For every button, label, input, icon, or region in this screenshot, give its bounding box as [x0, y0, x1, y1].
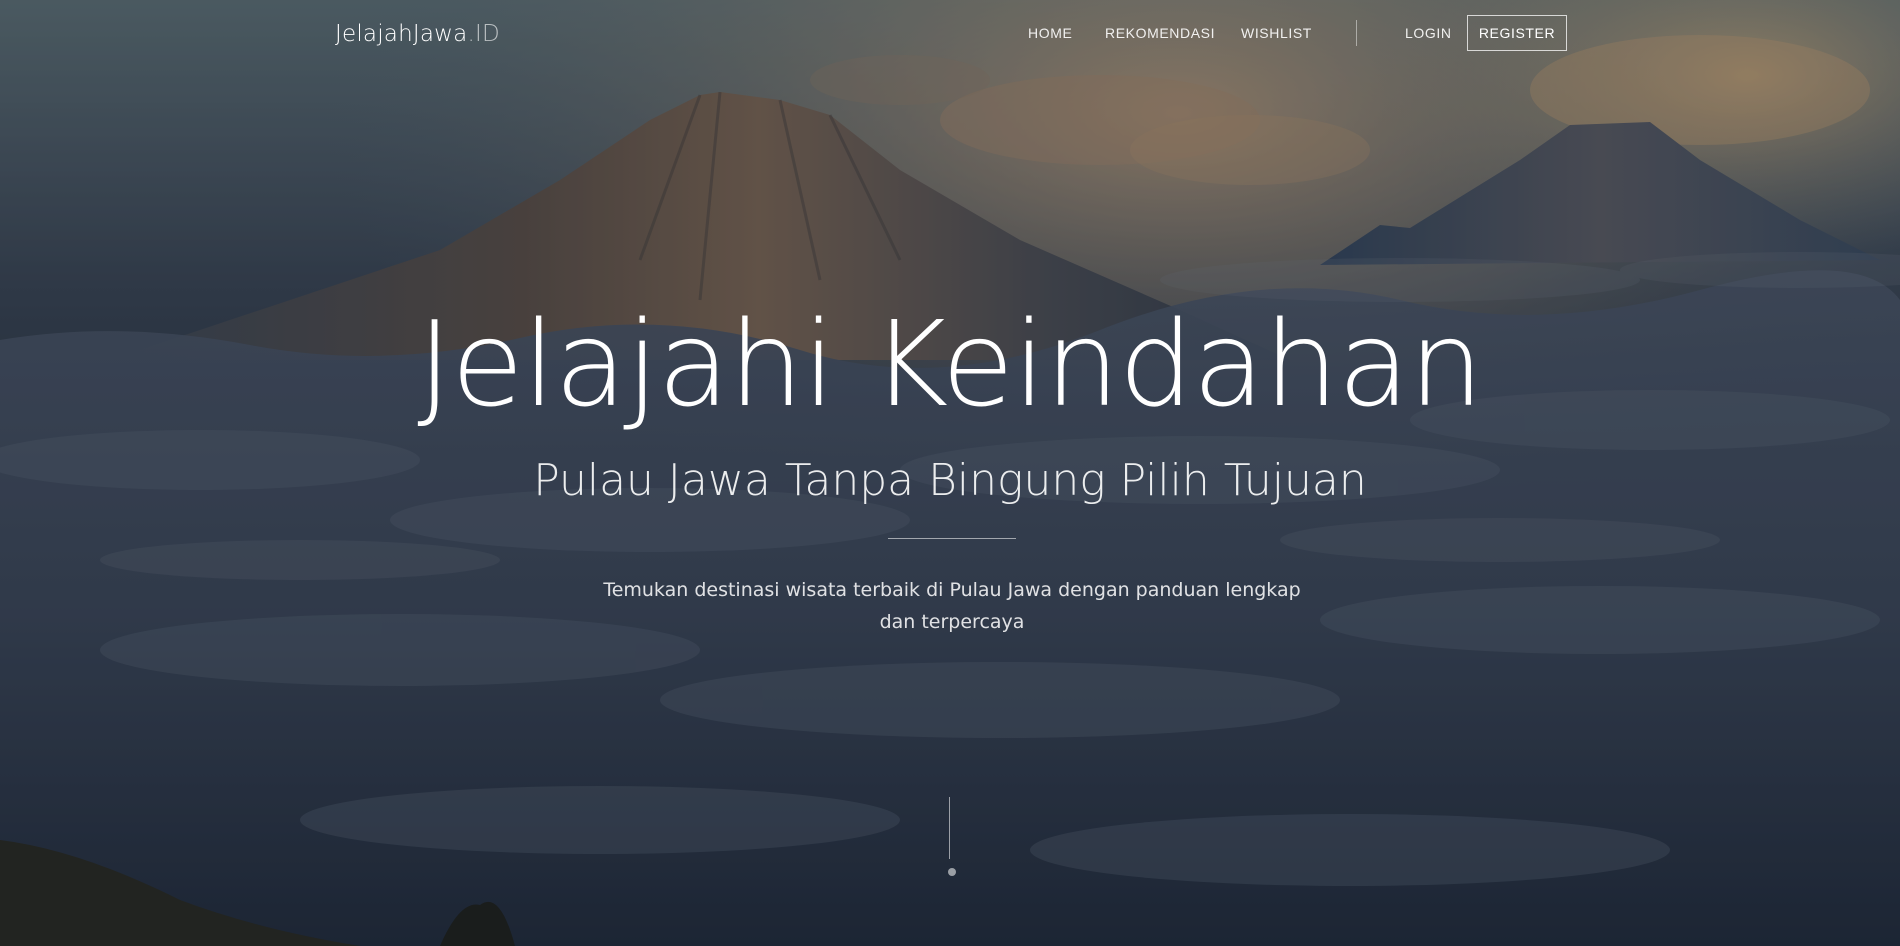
scroll-down-icon[interactable] [948, 868, 956, 876]
brand-suffix: .ID [467, 21, 500, 47]
nav-home[interactable]: HOME [1028, 25, 1072, 41]
hero-title: Jelajahi Keindahan [417, 295, 1483, 433]
hero-description: Temukan destinasi wisata terbaik di Pula… [603, 579, 1301, 633]
brand-logo[interactable]: JelajahJawa.ID [335, 21, 500, 47]
scroll-indicator-line [949, 797, 950, 859]
top-navbar: JelajahJawa.ID HOME REKOMENDASI WISHLIST… [0, 0, 1900, 68]
hero-divider [888, 538, 1016, 539]
login-link[interactable]: LOGIN [1405, 25, 1452, 41]
brand-name: JelajahJawa [335, 21, 468, 47]
hero-subtitle: Pulau Jawa Tanpa Bingung Pilih Tujuan [533, 455, 1367, 506]
nav-wishlist[interactable]: WISHLIST [1241, 25, 1312, 41]
nav-divider [1356, 20, 1357, 46]
register-button[interactable]: REGISTER [1467, 15, 1567, 51]
hero-section: JelajahJawa.ID HOME REKOMENDASI WISHLIST… [0, 0, 1900, 946]
nav-rekomendasi[interactable]: REKOMENDASI [1105, 25, 1215, 41]
